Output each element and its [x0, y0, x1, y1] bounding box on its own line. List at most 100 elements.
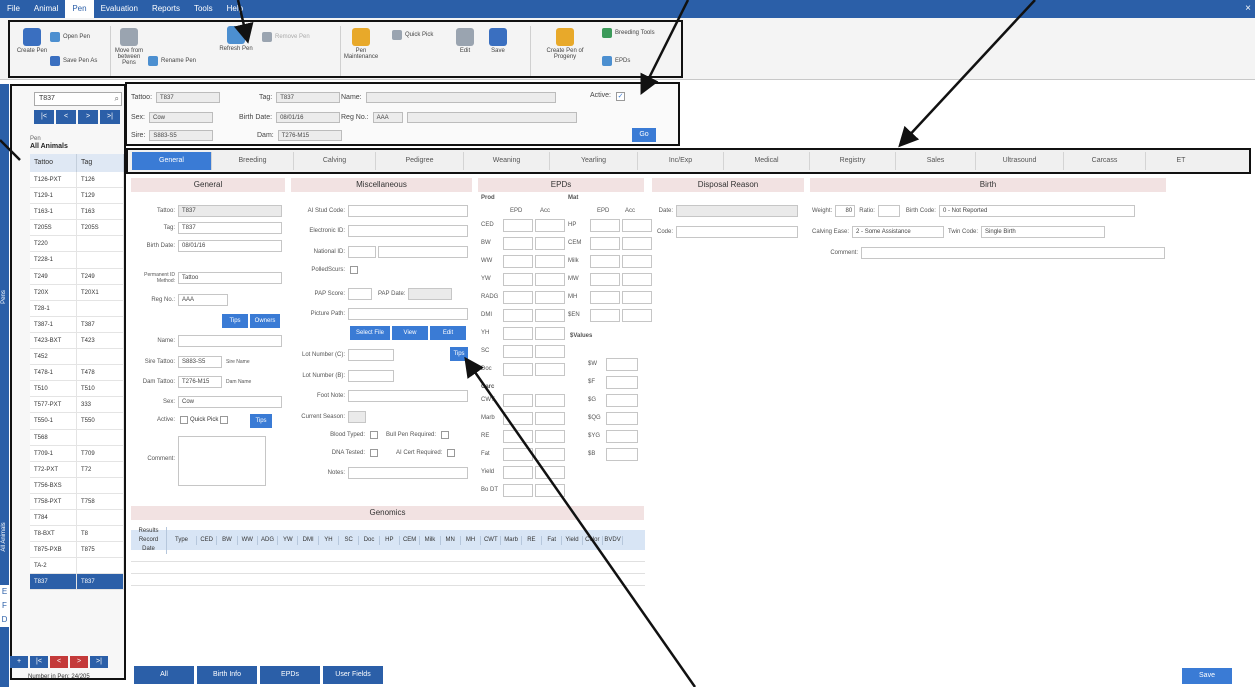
epd-value-input[interactable] [503, 273, 533, 286]
birth-code-select[interactable]: 0 - Not Reported [938, 205, 1135, 217]
lot-number-c-input[interactable] [348, 349, 394, 361]
tab-breeding[interactable]: Breeding [212, 152, 294, 170]
table-row[interactable]: T568 [30, 429, 124, 446]
table-row[interactable]: T228-1 [30, 252, 124, 269]
header-reg-no-field[interactable] [406, 112, 577, 123]
bottom-tab-epds[interactable]: EPDs [260, 666, 320, 684]
genomics-col[interactable]: Fat [542, 535, 563, 545]
epd-acc-input[interactable] [535, 237, 565, 250]
next-record-button[interactable]: > [78, 110, 98, 124]
birth-weight-input[interactable]: 80 [835, 205, 856, 217]
table-row[interactable]: T550-1 T550 [30, 413, 124, 430]
polled-scurs-checkbox[interactable] [350, 266, 358, 274]
menu-file[interactable]: File [0, 0, 27, 18]
epd-value-input[interactable] [503, 412, 533, 425]
epd-dollar-input[interactable] [606, 448, 638, 461]
last-record-button[interactable]: >| [100, 110, 120, 124]
genomics-col[interactable]: Type [167, 535, 197, 545]
epd-dollar-input[interactable] [606, 376, 638, 389]
genomics-col[interactable]: HP [380, 535, 400, 545]
epd-acc-input[interactable] [622, 309, 652, 322]
header-tag-field[interactable]: T837 [276, 92, 341, 103]
open-pen-button[interactable]: Open Pen [50, 32, 90, 42]
epd-value-input[interactable] [503, 345, 533, 358]
epd-acc-input[interactable] [535, 309, 565, 322]
genomics-col[interactable]: WW [238, 535, 258, 545]
table-row[interactable]: T478-1 T478 [30, 365, 124, 382]
genomics-col[interactable]: ADG [258, 535, 279, 545]
epd-value-input[interactable] [503, 327, 533, 340]
epd-value-input[interactable] [503, 448, 533, 461]
table-row[interactable]: T72-PXT T72 [30, 461, 124, 478]
add-icon[interactable]: + [10, 656, 28, 668]
disposal-code-select[interactable] [676, 226, 798, 238]
genomics-col[interactable]: CWT [481, 535, 502, 545]
header-active-checkbox[interactable]: ✓ [616, 92, 625, 101]
epd-acc-input[interactable] [622, 237, 652, 250]
epd-value-input[interactable] [590, 309, 620, 322]
genomics-col[interactable]: CEM [400, 535, 421, 545]
epd-dollar-input[interactable] [606, 430, 638, 443]
notes-input[interactable] [348, 467, 468, 479]
letter-d-icon[interactable]: D [0, 613, 9, 627]
table-row[interactable]: T387-1 T387 [30, 316, 124, 333]
table-row[interactable]: T837 T837 [30, 574, 124, 591]
genomics-col[interactable]: Doc [359, 535, 380, 545]
calving-ease-select[interactable]: 2 - Some Assistance [852, 226, 945, 238]
table-row[interactable]: T423-BXT T423 [30, 332, 124, 350]
bottom-tab-user-fields[interactable]: User Fields [323, 666, 383, 684]
owners-button[interactable]: Owners [250, 314, 280, 328]
epd-value-input[interactable] [590, 291, 620, 304]
bottom-tab-birth-info[interactable]: Birth Info [197, 666, 257, 684]
foot-note-input[interactable] [348, 390, 468, 402]
menu-reports[interactable]: Reports [145, 0, 187, 18]
epd-dollar-input[interactable] [606, 358, 638, 371]
epd-acc-input[interactable] [535, 327, 565, 340]
menu-help[interactable]: Help [220, 0, 250, 18]
epd-value-input[interactable] [503, 484, 533, 497]
edit-picture-button[interactable]: Edit [430, 326, 466, 340]
epds-button[interactable]: EPDs [602, 56, 630, 66]
prev-record-button[interactable]: < [56, 110, 76, 124]
save-pen-as-button[interactable]: Save Pen As [50, 56, 97, 66]
pap-date-input[interactable] [408, 288, 453, 300]
birth-comment-input[interactable] [861, 247, 1165, 259]
ai-cert-required-checkbox[interactable] [447, 449, 456, 457]
epd-acc-input[interactable] [622, 291, 652, 304]
epd-value-input[interactable] [503, 363, 533, 376]
epd-acc-input[interactable] [535, 255, 565, 268]
menu-animal[interactable]: Animal [27, 0, 65, 18]
epd-value-input[interactable] [503, 219, 533, 232]
sire-tattoo-input[interactable]: S883-S5 [178, 356, 222, 368]
blood-typed-checkbox[interactable] [370, 431, 378, 439]
edit-button[interactable]: Edit [454, 28, 476, 54]
current-season-input[interactable] [348, 411, 366, 423]
active-checkbox[interactable] [180, 416, 188, 424]
bull-pen-required-checkbox[interactable] [441, 431, 450, 439]
dam-tattoo-input[interactable]: T276-M15 [178, 376, 222, 388]
disposal-date-input[interactable] [676, 205, 798, 217]
header-sire-field[interactable]: S883-S5 [149, 130, 214, 141]
menu-evaluation[interactable]: Evaluation [94, 0, 145, 18]
epd-value-input[interactable] [503, 430, 533, 443]
table-row[interactable]: T129-1 T129 [30, 188, 124, 205]
genomics-col[interactable]: Results Record Date [131, 526, 167, 554]
birth-ratio-input[interactable] [877, 205, 900, 217]
sex-select[interactable]: Cow [178, 396, 282, 408]
epd-dollar-input[interactable] [606, 394, 638, 407]
create-pen-button[interactable]: Create Pen [16, 28, 48, 54]
epd-value-input[interactable] [503, 291, 533, 304]
epd-acc-input[interactable] [535, 291, 565, 304]
genomics-col[interactable]: BW [217, 535, 238, 545]
table-row[interactable]: T163-1 T163 [30, 204, 124, 221]
table-row[interactable]: T205S T205S [30, 220, 124, 237]
epd-acc-input[interactable] [535, 466, 565, 479]
lot-tips-button[interactable]: Tips [450, 347, 468, 361]
header-birth-date-field[interactable]: 08/01/16 [276, 112, 341, 123]
pen-maintenance-button[interactable]: Pen Maintenance [344, 28, 378, 60]
epd-value-input[interactable] [590, 219, 620, 232]
epd-acc-input[interactable] [535, 394, 565, 407]
epd-acc-input[interactable] [622, 219, 652, 232]
tag-input[interactable]: T837 [178, 222, 282, 234]
epd-value-input[interactable] [503, 466, 533, 479]
